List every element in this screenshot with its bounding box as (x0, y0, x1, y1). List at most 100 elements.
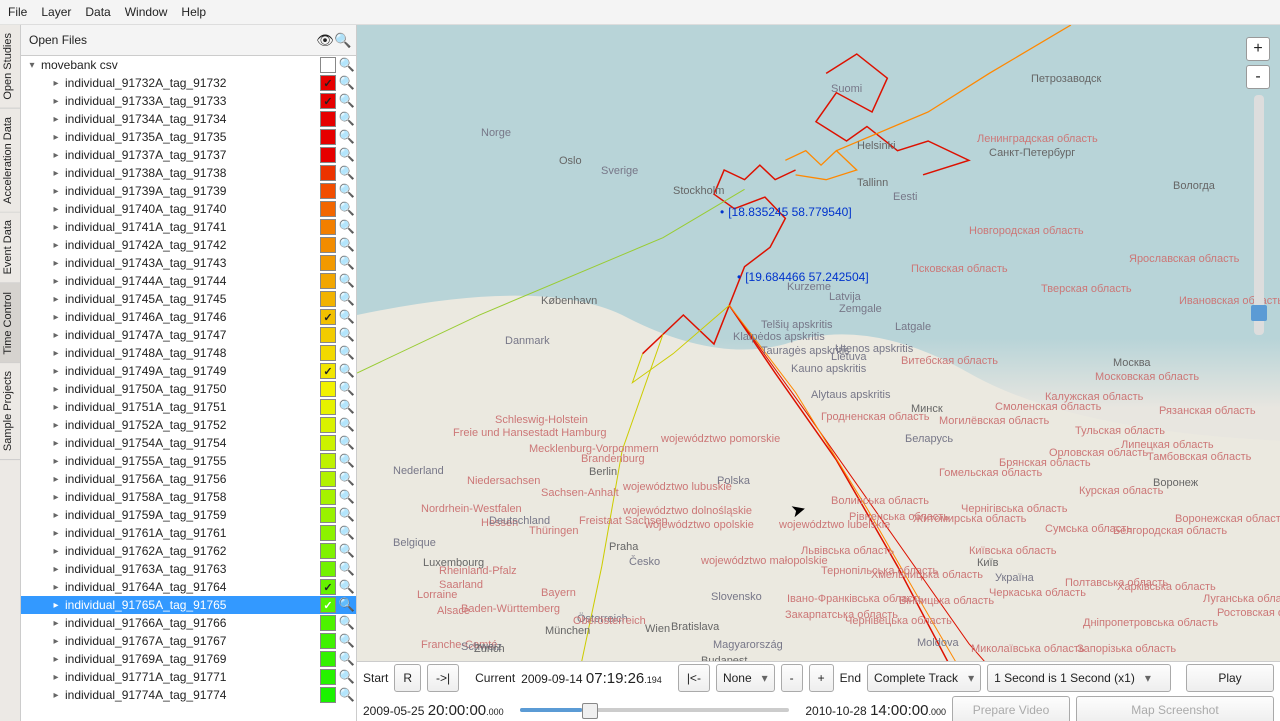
layer-color-checkbox[interactable] (320, 381, 336, 397)
layer-zoom-icon[interactable]: 🔍 (338, 183, 356, 199)
layer-color-checkbox[interactable] (320, 435, 336, 451)
layer-zoom-icon[interactable]: 🔍 (338, 687, 356, 703)
layer-color-checkbox[interactable] (320, 219, 336, 235)
menu-layer[interactable]: Layer (41, 5, 71, 19)
layer-color-checkbox[interactable]: ✓ (320, 363, 336, 379)
layer-color-checkbox[interactable] (320, 111, 336, 127)
layer-row[interactable]: ▸individual_91745A_tag_91745🔍 (21, 290, 356, 308)
map-screenshot-button[interactable]: Map Screenshot (1076, 696, 1274, 721)
layer-row[interactable]: ▸individual_91747A_tag_91747🔍 (21, 326, 356, 344)
layer-row[interactable]: ▸individual_91739A_tag_91739🔍 (21, 182, 356, 200)
timescale-select[interactable]: 1 Second is 1 Second (x1) (987, 664, 1171, 692)
layer-zoom-icon[interactable]: 🔍 (338, 579, 356, 595)
rewind-button[interactable]: |<- (678, 664, 710, 692)
vtab-acceleration-data[interactable]: Acceleration Data (0, 109, 20, 213)
layer-zoom-icon[interactable]: 🔍 (338, 561, 356, 577)
zoom-slider[interactable] (1254, 95, 1264, 335)
layer-color-checkbox[interactable] (320, 237, 336, 253)
layer-row[interactable]: ▸individual_91758A_tag_91758🔍 (21, 488, 356, 506)
menu-file[interactable]: File (8, 5, 27, 19)
layer-color-checkbox[interactable] (320, 165, 336, 181)
layer-row[interactable]: ▸individual_91749A_tag_91749✓🔍 (21, 362, 356, 380)
layer-color-checkbox[interactable] (320, 651, 336, 667)
layer-color-checkbox[interactable] (320, 201, 336, 217)
layer-color-checkbox[interactable]: ✓ (320, 75, 336, 91)
layer-row[interactable]: ▸individual_91756A_tag_91756🔍 (21, 470, 356, 488)
vtab-sample-projects[interactable]: Sample Projects (0, 363, 20, 460)
vtab-open-studies[interactable]: Open Studies (0, 25, 20, 109)
layer-color-checkbox[interactable] (320, 561, 336, 577)
layer-color-checkbox[interactable] (320, 489, 336, 505)
layer-zoom-icon[interactable]: 🔍 (338, 381, 356, 397)
layer-row[interactable]: ▸individual_91741A_tag_91741🔍 (21, 218, 356, 236)
map-canvas[interactable]: NorgeOsloSverigeStockholmSuomiHelsinkiTa… (357, 25, 1280, 721)
layer-row[interactable]: ▸individual_91734A_tag_91734🔍 (21, 110, 356, 128)
layer-zoom-icon[interactable]: 🔍 (338, 633, 356, 649)
layer-row[interactable]: ▸individual_91759A_tag_91759🔍 (21, 506, 356, 524)
layer-color-checkbox[interactable] (320, 417, 336, 433)
layer-tree[interactable]: ▾movebank csv🔍▸individual_91732A_tag_917… (21, 56, 356, 721)
layer-color-checkbox[interactable] (320, 615, 336, 631)
layer-color-checkbox[interactable]: ✓ (320, 93, 336, 109)
layer-zoom-icon[interactable]: 🔍 (338, 453, 356, 469)
layer-zoom-icon[interactable]: 🔍 (338, 237, 356, 253)
layer-row[interactable]: ▸individual_91743A_tag_91743🔍 (21, 254, 356, 272)
layer-color-checkbox[interactable] (320, 633, 336, 649)
minus-button[interactable]: - (781, 664, 803, 692)
visibility-icon[interactable]: 👁 (316, 32, 334, 49)
menu-data[interactable]: Data (85, 5, 110, 19)
layer-zoom-icon[interactable]: 🔍 (338, 399, 356, 415)
layer-row[interactable]: ▸individual_91750A_tag_91750🔍 (21, 380, 356, 398)
layer-zoom-icon[interactable]: 🔍 (338, 201, 356, 217)
layer-zoom-icon[interactable]: 🔍 (338, 165, 356, 181)
layer-color-checkbox[interactable] (320, 507, 336, 523)
zoom-in-button[interactable]: + (1246, 37, 1270, 61)
step-select[interactable]: None (716, 664, 775, 692)
layer-zoom-icon[interactable]: 🔍 (338, 75, 356, 91)
layer-color-checkbox[interactable] (320, 543, 336, 559)
layer-row[interactable]: ▸individual_91744A_tag_91744🔍 (21, 272, 356, 290)
layer-row[interactable]: ▸individual_91762A_tag_91762🔍 (21, 542, 356, 560)
layer-color-checkbox[interactable] (320, 669, 336, 685)
vtab-time-control[interactable]: Time Control (0, 284, 20, 364)
layer-color-checkbox[interactable] (320, 291, 336, 307)
layer-color-checkbox[interactable] (320, 525, 336, 541)
layer-zoom-icon[interactable]: 🔍 (338, 255, 356, 271)
layer-color-checkbox[interactable] (320, 147, 336, 163)
layer-zoom-icon[interactable]: 🔍 (338, 309, 356, 325)
layer-row[interactable]: ▸individual_91774A_tag_91774🔍 (21, 686, 356, 704)
layer-color-checkbox[interactable] (320, 129, 336, 145)
menu-help[interactable]: Help (181, 5, 206, 19)
layer-color-checkbox[interactable] (320, 453, 336, 469)
layer-zoom-icon[interactable]: 🔍 (338, 435, 356, 451)
layer-row[interactable]: ▸individual_91746A_tag_91746✓🔍 (21, 308, 356, 326)
layer-color-checkbox[interactable]: ✓ (320, 597, 336, 613)
layer-color-checkbox[interactable] (320, 471, 336, 487)
reset-button[interactable]: R (394, 664, 421, 692)
layer-zoom-icon[interactable]: 🔍 (338, 219, 356, 235)
layer-row[interactable]: ▸individual_91751A_tag_91751🔍 (21, 398, 356, 416)
layer-zoom-icon[interactable]: 🔍 (338, 147, 356, 163)
layer-row[interactable]: ▸individual_91742A_tag_91742🔍 (21, 236, 356, 254)
layer-row[interactable]: ▸individual_91755A_tag_91755🔍 (21, 452, 356, 470)
layer-zoom-icon[interactable]: 🔍 (338, 345, 356, 361)
zoom-out-button[interactable]: - (1246, 65, 1270, 89)
layer-zoom-icon[interactable]: 🔍 (338, 525, 356, 541)
layer-row[interactable]: ▸individual_91765A_tag_91765✓🔍 (21, 596, 356, 614)
layer-row[interactable]: ▸individual_91761A_tag_91761🔍 (21, 524, 356, 542)
layer-color-checkbox[interactable] (320, 687, 336, 703)
vtab-event-data[interactable]: Event Data (0, 212, 20, 283)
layer-zoom-icon[interactable]: 🔍 (338, 129, 356, 145)
layer-color-checkbox[interactable] (320, 255, 336, 271)
layer-row[interactable]: ▸individual_91752A_tag_91752🔍 (21, 416, 356, 434)
time-slider[interactable] (520, 708, 790, 712)
step-forward-button[interactable]: ->| (427, 664, 459, 692)
layer-row[interactable]: ▸individual_91733A_tag_91733✓🔍 (21, 92, 356, 110)
layer-row[interactable]: ▸individual_91740A_tag_91740🔍 (21, 200, 356, 218)
layer-color-checkbox[interactable]: ✓ (320, 579, 336, 595)
layer-row[interactable]: ▸individual_91767A_tag_91767🔍 (21, 632, 356, 650)
layer-zoom-icon[interactable]: 🔍 (338, 615, 356, 631)
layer-row[interactable]: ▸individual_91771A_tag_91771🔍 (21, 668, 356, 686)
prepare-video-button[interactable]: Prepare Video (952, 696, 1070, 721)
layer-row[interactable]: ▸individual_91764A_tag_91764✓🔍 (21, 578, 356, 596)
